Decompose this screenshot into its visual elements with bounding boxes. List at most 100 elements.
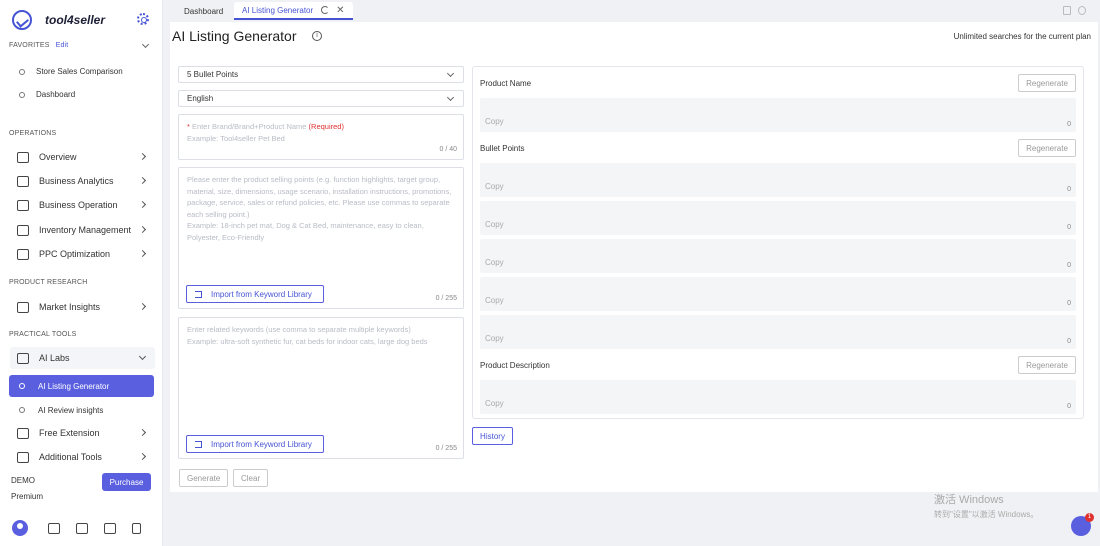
bullet-point-output[interactable]: Copy 0 bbox=[480, 201, 1076, 235]
sub-ai-review-insights[interactable]: AI Review insights bbox=[9, 399, 154, 421]
import-icon bbox=[195, 290, 202, 298]
copy-link[interactable]: Copy bbox=[485, 334, 504, 343]
keywords-input[interactable]: Enter related keywords (use comma to sep… bbox=[178, 317, 464, 459]
mail-icon[interactable] bbox=[48, 522, 60, 534]
home-icon bbox=[17, 151, 29, 163]
bullet-count-select[interactable]: 5 Bullet Points bbox=[178, 66, 464, 83]
mobile-icon[interactable] bbox=[132, 522, 141, 534]
nav-additional-tools[interactable]: Additional Tools bbox=[10, 446, 155, 468]
nav-label: Overview bbox=[39, 152, 77, 162]
info-icon[interactable]: i bbox=[312, 31, 322, 41]
nav-market-insights[interactable]: Market Insights bbox=[10, 296, 155, 318]
char-counter: 0 bbox=[1067, 338, 1071, 345]
nav-business-analytics[interactable]: Business Analytics bbox=[10, 170, 155, 192]
keywords-counter: 0 / 255 bbox=[435, 444, 457, 452]
trash-icon[interactable] bbox=[1063, 6, 1071, 15]
refresh-icon[interactable] bbox=[321, 6, 330, 14]
char-counter: 0 bbox=[1067, 121, 1071, 128]
logo[interactable]: tool4seller bbox=[12, 10, 157, 30]
sub-label: AI Listing Generator bbox=[38, 381, 110, 391]
favorites-collapse-icon[interactable] bbox=[141, 40, 150, 49]
favorite-item-store-sales[interactable]: Store Sales Comparison bbox=[19, 67, 123, 76]
product-name-input[interactable]: * Enter Brand/Brand+Product Name (Requir… bbox=[178, 114, 464, 160]
support-chat-button[interactable]: 1 bbox=[1071, 513, 1094, 536]
copy-link[interactable]: Copy bbox=[485, 117, 504, 126]
keywords-example: Example: ultra-soft synthetic fur, cat b… bbox=[187, 336, 428, 346]
chevron-right-icon bbox=[138, 225, 147, 234]
product-research-title: PRODUCT RESEARCH bbox=[9, 279, 88, 286]
nav-label: Business Analytics bbox=[39, 176, 114, 186]
monitor-icon bbox=[17, 248, 29, 260]
avatar[interactable] bbox=[12, 520, 28, 536]
description-output-label: Product Description bbox=[480, 361, 550, 370]
sidebar: tool4seller FAVORITES Edit Store Sales Co… bbox=[0, 0, 163, 546]
clock-icon[interactable] bbox=[1078, 6, 1086, 15]
nav-overview[interactable]: Overview bbox=[10, 146, 155, 168]
notification-badge: 1 bbox=[1085, 513, 1094, 522]
import-keyword-library-button[interactable]: Import from Keyword Library bbox=[186, 285, 324, 303]
operations-title: OPERATIONS bbox=[9, 130, 57, 137]
selling-points-placeholder: Please enter the product selling points … bbox=[187, 175, 452, 219]
description-output[interactable]: Copy 0 bbox=[480, 380, 1076, 414]
bh-icon[interactable] bbox=[104, 522, 116, 534]
regenerate-product-name-button[interactable]: Regenerate bbox=[1018, 74, 1076, 92]
language-select[interactable]: English bbox=[178, 90, 464, 107]
bullet-point-output[interactable]: Copy 0 bbox=[480, 163, 1076, 197]
nav-ppc-optimization[interactable]: PPC Optimization bbox=[10, 243, 155, 265]
chevron-right-icon bbox=[138, 428, 147, 437]
char-counter: 0 bbox=[1067, 403, 1071, 410]
generate-button[interactable]: Generate bbox=[179, 469, 229, 487]
product-name-output[interactable]: Copy 0 bbox=[480, 98, 1076, 132]
copy-link[interactable]: Copy bbox=[485, 399, 504, 408]
nav-label: Free Extension bbox=[39, 428, 100, 438]
purchase-button[interactable]: Purchase bbox=[102, 473, 151, 491]
bullet-count-value: 5 Bullet Points bbox=[187, 70, 239, 79]
sub-ai-listing-generator[interactable]: AI Listing Generator bbox=[9, 375, 154, 397]
import-label: Import from Keyword Library bbox=[211, 439, 312, 449]
favorites-title-text: FAVORITES bbox=[9, 42, 50, 49]
favorites-title: FAVORITES Edit bbox=[9, 42, 68, 49]
clear-button[interactable]: Clear bbox=[233, 469, 269, 487]
selling-points-input[interactable]: Please enter the product selling points … bbox=[178, 167, 464, 309]
nav-free-extension[interactable]: Free Extension bbox=[10, 422, 155, 444]
copy-link[interactable]: Copy bbox=[485, 220, 504, 229]
copy-link[interactable]: Copy bbox=[485, 182, 504, 191]
puzzle-icon bbox=[17, 427, 29, 439]
tab-ai-listing-generator[interactable]: AI Listing Generator ✕ bbox=[234, 2, 353, 20]
favorites-edit-link[interactable]: Edit bbox=[56, 42, 69, 49]
char-counter: 0 bbox=[1067, 224, 1071, 231]
nav-inventory-management[interactable]: Inventory Management bbox=[10, 219, 155, 241]
favorite-item-dashboard[interactable]: Dashboard bbox=[19, 90, 75, 99]
copy-link[interactable]: Copy bbox=[485, 258, 504, 267]
regenerate-bullet-points-button[interactable]: Regenerate bbox=[1018, 139, 1076, 157]
practical-tools-title: PRACTICAL TOOLS bbox=[9, 331, 77, 338]
history-button[interactable]: History bbox=[472, 427, 513, 445]
account-info: DEMO Premium bbox=[11, 473, 43, 505]
bullet-point-output[interactable]: Copy 0 bbox=[480, 277, 1076, 311]
plan-note: Unlimited searches for the current plan bbox=[953, 32, 1091, 41]
grid-icon bbox=[17, 451, 29, 463]
chart-icon bbox=[17, 175, 29, 187]
import-label: Import from Keyword Library bbox=[211, 289, 312, 299]
regenerate-description-button[interactable]: Regenerate bbox=[1018, 356, 1076, 374]
import-icon bbox=[195, 440, 202, 448]
watermark-line1: 激活 Windows bbox=[934, 494, 1004, 506]
logo-icon bbox=[12, 10, 32, 30]
gear-icon[interactable] bbox=[137, 13, 149, 25]
keywords-placeholder: Enter related keywords (use comma to sep… bbox=[187, 325, 411, 334]
store-icon bbox=[17, 199, 29, 211]
tab-dashboard[interactable]: Dashboard bbox=[176, 2, 231, 20]
bullet-point-output[interactable]: Copy 0 bbox=[480, 239, 1076, 273]
language-value: English bbox=[187, 94, 214, 103]
nav-business-operation[interactable]: Business Operation bbox=[10, 194, 155, 216]
chevron-right-icon bbox=[138, 152, 147, 161]
import-keyword-library-button[interactable]: Import from Keyword Library bbox=[186, 435, 324, 453]
bullet-point-output[interactable]: Copy 0 bbox=[480, 315, 1076, 349]
download-icon[interactable] bbox=[76, 522, 88, 534]
nav-ai-labs[interactable]: AI Labs bbox=[10, 347, 155, 369]
copy-link[interactable]: Copy bbox=[485, 296, 504, 305]
output-panel: Product Name Regenerate Copy 0 Bullet Poi… bbox=[472, 66, 1084, 419]
close-icon[interactable]: ✕ bbox=[336, 5, 344, 16]
product-name-placeholder: Enter Brand/Brand+Product Name bbox=[192, 122, 307, 131]
chevron-down-icon bbox=[138, 352, 147, 361]
